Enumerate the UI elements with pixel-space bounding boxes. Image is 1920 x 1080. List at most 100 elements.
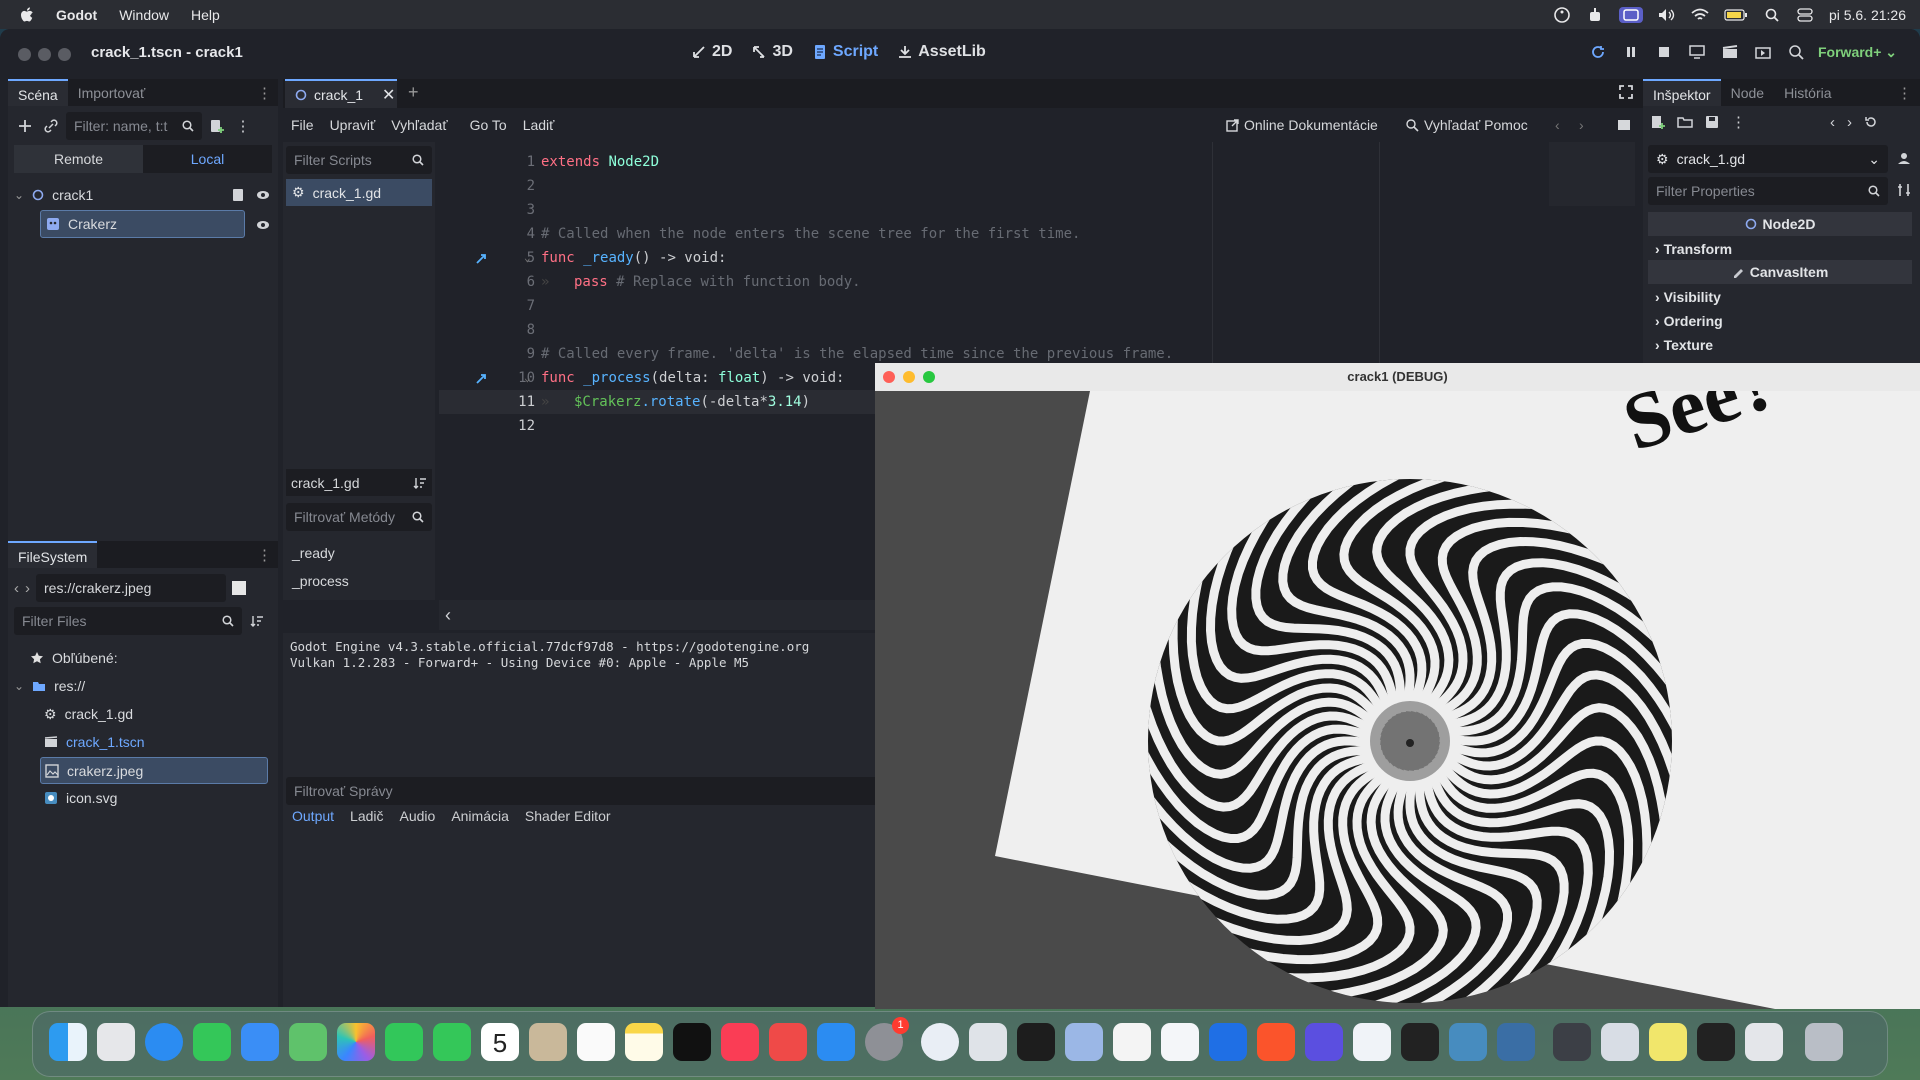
screenshot-stack-icon[interactable] xyxy=(1697,1023,1735,1061)
tab-scene[interactable]: Scéna xyxy=(8,79,68,106)
section-transform[interactable]: › Transform xyxy=(1655,241,1732,257)
add-node-icon[interactable] xyxy=(14,115,36,137)
resource-select[interactable]: ⚙ crack_1.gd ⌄ xyxy=(1648,145,1888,173)
music-icon[interactable] xyxy=(721,1023,759,1061)
tab-filesystem[interactable]: FileSystem xyxy=(8,541,98,568)
expand-arrow-icon[interactable]: ⌄ xyxy=(14,679,24,693)
distraction-free-icon[interactable] xyxy=(1619,85,1633,99)
expand-arrow-icon[interactable]: ⌄ xyxy=(14,188,24,202)
trash-icon[interactable] xyxy=(1805,1023,1843,1061)
back-icon[interactable]: ‹ xyxy=(14,580,19,597)
sort-icon[interactable] xyxy=(413,476,427,490)
file-item[interactable]: icon.svg xyxy=(44,785,117,811)
tab-shader-editor[interactable]: Shader Editor xyxy=(525,808,611,824)
file-item-selected[interactable]: crakerz.jpeg xyxy=(40,757,268,784)
tab-audio[interactable]: Audio xyxy=(400,808,436,824)
tab-history[interactable]: História xyxy=(1774,79,1841,106)
search-help-button[interactable]: Vyhľadať Pomoc xyxy=(1405,117,1528,133)
tab-import[interactable]: Importovať xyxy=(68,79,156,106)
mail-icon[interactable] xyxy=(241,1023,279,1061)
phone-icon[interactable] xyxy=(433,1023,471,1061)
remote-debug-icon[interactable] xyxy=(1687,42,1707,62)
file-item[interactable]: ⚙ crack_1.gd xyxy=(44,701,133,727)
notes-icon[interactable] xyxy=(625,1023,663,1061)
close-window-button[interactable] xyxy=(883,371,895,383)
filter-properties-input[interactable]: Filter Properties xyxy=(1648,177,1888,205)
tree-node-crakerz[interactable]: Crakerz xyxy=(40,210,245,238)
debug-game-window[interactable]: crack1 (DEBUG) See? xyxy=(875,363,1920,1009)
method-item[interactable]: _process xyxy=(292,573,349,589)
volume-icon[interactable] xyxy=(1658,7,1676,23)
vscode-icon[interactable] xyxy=(1161,1023,1199,1061)
launchpad-icon[interactable] xyxy=(97,1023,135,1061)
scene-filter-input[interactable]: Filter: name, t:t xyxy=(66,112,202,140)
split-view-icon[interactable] xyxy=(232,581,246,595)
local-button[interactable]: Local xyxy=(143,145,272,173)
scene-tab-crack1[interactable]: crack_1 ✕ xyxy=(285,79,397,108)
safari-icon[interactable] xyxy=(145,1023,183,1061)
forward-icon[interactable]: › xyxy=(25,580,30,597)
maps-icon[interactable] xyxy=(289,1023,327,1061)
filter-files-input[interactable]: Filter Files xyxy=(14,607,242,635)
tune-icon[interactable] xyxy=(1897,183,1911,197)
messages-icon[interactable] xyxy=(193,1023,231,1061)
zoom-window-button[interactable] xyxy=(923,371,935,383)
menu-search[interactable]: Vyhľadať xyxy=(383,117,455,133)
folder-stack-icon[interactable] xyxy=(1601,1023,1639,1061)
rocket-app-icon[interactable] xyxy=(769,1023,807,1061)
file-item[interactable]: crack_1.tscn xyxy=(44,729,145,755)
prev-object-icon[interactable]: ‹ xyxy=(1830,114,1835,131)
script-list-item[interactable]: ⚙ crack_1.gd xyxy=(286,179,432,206)
system-settings-icon[interactable]: 1 xyxy=(865,1017,909,1061)
close-icon[interactable]: ✕ xyxy=(382,85,395,105)
filesystem-menu-icon[interactable]: ⋮ xyxy=(257,546,272,564)
calendar-icon[interactable]: 5 xyxy=(481,1023,519,1061)
mode-script-button[interactable]: Script xyxy=(811,39,880,65)
inspector-menu-icon[interactable]: ⋮ xyxy=(1897,84,1912,102)
script-attached-icon[interactable] xyxy=(232,188,244,202)
favorites-item[interactable]: Obľúbené: xyxy=(30,645,118,671)
scene-more-icon[interactable]: ⋮ xyxy=(232,115,254,137)
mode-2d-button[interactable]: 2D xyxy=(690,39,734,65)
tv-icon[interactable] xyxy=(673,1023,711,1061)
history-forward-icon[interactable]: › xyxy=(1579,117,1584,133)
resource-settings-icon[interactable] xyxy=(1897,151,1911,165)
sort-icon[interactable] xyxy=(250,614,264,628)
open-folder-icon[interactable] xyxy=(1677,116,1693,128)
zoom-window-button[interactable] xyxy=(58,48,71,61)
movie-maker-icon[interactable] xyxy=(1720,42,1740,62)
new-resource-icon[interactable] xyxy=(1651,115,1665,129)
robot-icon[interactable] xyxy=(1586,7,1604,23)
visibility-eye-icon[interactable] xyxy=(256,220,270,230)
quicktime-icon[interactable] xyxy=(921,1023,959,1061)
godot-app-icon[interactable] xyxy=(1449,1023,1487,1061)
document-stack-icon[interactable] xyxy=(1649,1023,1687,1061)
downloads-stack-icon[interactable] xyxy=(1553,1023,1591,1061)
control-center-icon[interactable] xyxy=(1796,7,1814,23)
add-tab-icon[interactable]: + xyxy=(408,82,419,103)
path-field[interactable]: res://crakerz.jpeg xyxy=(36,574,226,602)
terminal-icon[interactable] xyxy=(1017,1023,1055,1061)
stop-icon[interactable] xyxy=(1654,42,1674,62)
xcode-icon[interactable] xyxy=(1209,1023,1247,1061)
menu-debug[interactable]: Ladiť xyxy=(515,117,563,133)
minimize-window-button[interactable] xyxy=(38,48,51,61)
renderer-select[interactable]: Forward+ ⌄ xyxy=(1818,44,1897,61)
attach-script-icon[interactable] xyxy=(206,115,228,137)
filter-messages-input[interactable]: Filtrovať Správy xyxy=(286,777,886,805)
tab-inspector[interactable]: Inšpektor xyxy=(1643,79,1721,106)
app-store-icon[interactable] xyxy=(817,1023,855,1061)
method-item[interactable]: _ready xyxy=(292,545,335,561)
save-icon[interactable] xyxy=(1705,115,1719,129)
section-ordering[interactable]: › Ordering xyxy=(1655,313,1723,329)
history-back-icon[interactable]: ‹ xyxy=(1555,117,1560,133)
activity-monitor-icon[interactable] xyxy=(1401,1023,1439,1061)
brave-icon[interactable] xyxy=(1257,1023,1295,1061)
menu-godot[interactable]: Godot xyxy=(45,7,108,23)
photos-icon[interactable] xyxy=(337,1023,375,1061)
apple-icon[interactable] xyxy=(0,6,45,23)
mode-3d-button[interactable]: 3D xyxy=(750,39,794,65)
font-app-icon[interactable] xyxy=(1353,1023,1391,1061)
more-icon[interactable]: ⋮ xyxy=(1731,113,1746,131)
battery-icon[interactable] xyxy=(1724,7,1748,23)
